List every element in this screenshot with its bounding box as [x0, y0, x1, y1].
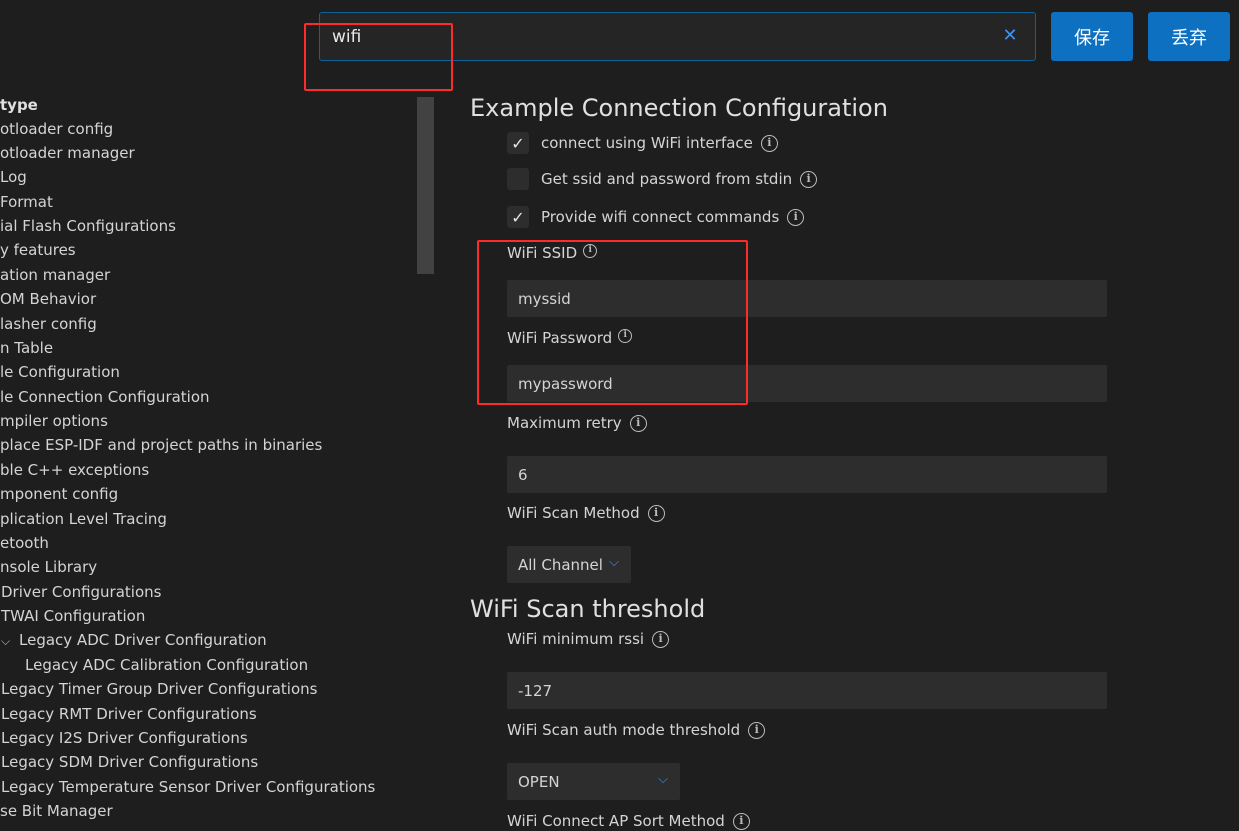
top-bar: ✕ 保存 丢弃: [0, 0, 1239, 70]
checkbox[interactable]: [507, 168, 529, 190]
info-icon[interactable]: i: [629, 415, 647, 432]
scan-method-label-text: WiFi Scan Method: [507, 504, 640, 522]
tree-item[interactable]: y features: [0, 239, 76, 261]
tree-item[interactable]: Legacy SDM Driver Configurations: [1, 751, 258, 773]
scan-method-value: All Channel: [518, 555, 603, 574]
scan-method-select[interactable]: All Channel ⌵: [507, 546, 631, 583]
auth-label-text: WiFi Scan auth mode threshold: [507, 721, 741, 739]
tree-item[interactable]: nsole Library: [0, 556, 97, 578]
tree-item[interactable]: n Table: [0, 337, 53, 359]
password-label-text: WiFi Password: [507, 329, 613, 347]
search-box[interactable]: ✕: [319, 12, 1036, 61]
ssid-input[interactable]: [507, 280, 1107, 317]
auth-mode-value: OPEN: [518, 772, 560, 791]
tree-item[interactable]: Legacy RMT Driver Configurations: [1, 703, 257, 725]
info-icon[interactable]: i: [652, 631, 670, 648]
tree-item[interactable]: OM Behavior: [0, 288, 96, 310]
rssi-label: WiFi minimum rssi i: [507, 630, 670, 648]
tree-item[interactable]: le Configuration: [0, 361, 120, 383]
tree-item[interactable]: mponent config: [0, 483, 118, 505]
password-label: WiFi Password i: [507, 329, 633, 347]
tree-item[interactable]: Legacy ADC Calibration Configuration: [25, 654, 308, 676]
config-tree: type otloader config otloader manager Lo…: [0, 90, 430, 831]
save-button[interactable]: 保存: [1051, 12, 1133, 61]
info-icon[interactable]: i: [618, 329, 633, 343]
rssi-label-text: WiFi minimum rssi: [507, 630, 645, 648]
info-icon[interactable]: i: [647, 505, 665, 522]
check-row-stdin[interactable]: Get ssid and password from stdin i: [507, 166, 818, 192]
retry-input[interactable]: [507, 456, 1107, 493]
auth-label: WiFi Scan auth mode threshold i: [507, 721, 766, 739]
tree-item[interactable]: Legacy I2S Driver Configurations: [1, 727, 248, 749]
tree-item[interactable]: le Connection Configuration: [0, 386, 210, 408]
discard-button[interactable]: 丢弃: [1148, 12, 1230, 61]
section-title: Example Connection Configuration: [470, 94, 888, 122]
checkbox[interactable]: ✓: [507, 132, 529, 154]
search-input[interactable]: [332, 23, 992, 51]
scan-method-label: WiFi Scan Method i: [507, 504, 665, 522]
tree-item[interactable]: Driver Configurations: [1, 581, 161, 603]
ssid-label-text: WiFi SSID: [507, 244, 578, 262]
tree-item[interactable]: mpiler options: [0, 410, 108, 432]
tree-item-label: Legacy ADC Driver Configuration: [19, 631, 267, 649]
check-label: connect using WiFi interface: [541, 134, 753, 152]
tree-item[interactable]: type: [0, 94, 38, 116]
info-icon[interactable]: i: [732, 813, 750, 830]
tree-item[interactable]: ⌵ Legacy ADC Driver Configuration: [1, 629, 267, 651]
password-input[interactable]: [507, 365, 1107, 402]
check-label: Provide wifi connect commands: [541, 208, 780, 226]
tree-item[interactable]: Legacy Temperature Sensor Driver Configu…: [1, 776, 375, 798]
tree-item[interactable]: Legacy Timer Group Driver Configurations: [1, 678, 317, 700]
sort-method-label-text: WiFi Connect AP Sort Method: [507, 812, 725, 830]
tree-item[interactable]: Format: [0, 191, 53, 213]
check-row-wifi-interface[interactable]: ✓ connect using WiFi interface i: [507, 130, 778, 156]
ssid-label: WiFi SSID i: [507, 244, 598, 262]
tree-item[interactable]: ble C++ exceptions: [0, 459, 149, 481]
retry-label-text: Maximum retry: [507, 414, 622, 432]
tree-item[interactable]: plication Level Tracing: [0, 508, 167, 530]
chevron-down-icon[interactable]: ⌵: [1, 630, 19, 652]
tree-item[interactable]: ation manager: [0, 264, 110, 286]
tree-item[interactable]: otloader config: [0, 118, 113, 140]
tree-item[interactable]: TWAI Configuration: [1, 605, 145, 627]
info-icon[interactable]: i: [748, 722, 766, 739]
auth-mode-select[interactable]: OPEN ⌵: [507, 763, 680, 800]
tree-item[interactable]: place ESP-IDF and project paths in binar…: [0, 434, 322, 456]
checkbox[interactable]: ✓: [507, 206, 529, 228]
settings-panel: Example Connection Configuration ✓ conne…: [455, 90, 1239, 831]
tree-item[interactable]: se Bit Manager: [0, 800, 113, 822]
info-icon[interactable]: i: [800, 170, 818, 188]
rssi-input[interactable]: [507, 672, 1107, 709]
tree-item[interactable]: ial Flash Configurations: [0, 215, 176, 237]
tree-item[interactable]: Log: [0, 166, 27, 188]
check-row-connect-commands[interactable]: ✓ Provide wifi connect commands i: [507, 204, 805, 230]
info-icon[interactable]: i: [787, 208, 805, 226]
close-icon[interactable]: ✕: [1001, 27, 1019, 45]
info-icon[interactable]: i: [760, 134, 778, 152]
retry-label: Maximum retry i: [507, 414, 647, 432]
tree-item[interactable]: lasher config: [0, 313, 97, 335]
tree-item[interactable]: etooth: [0, 532, 49, 554]
chevron-down-icon: ⌵: [609, 555, 619, 570]
check-label: Get ssid and password from stdin: [541, 170, 793, 188]
tree-item[interactable]: otloader manager: [0, 142, 135, 164]
sort-method-label: WiFi Connect AP Sort Method i: [507, 812, 750, 830]
tree-scrollbar[interactable]: [417, 97, 434, 274]
section-title: WiFi Scan threshold: [470, 595, 706, 623]
info-icon[interactable]: i: [583, 244, 598, 258]
chevron-down-icon: ⌵: [658, 772, 668, 787]
